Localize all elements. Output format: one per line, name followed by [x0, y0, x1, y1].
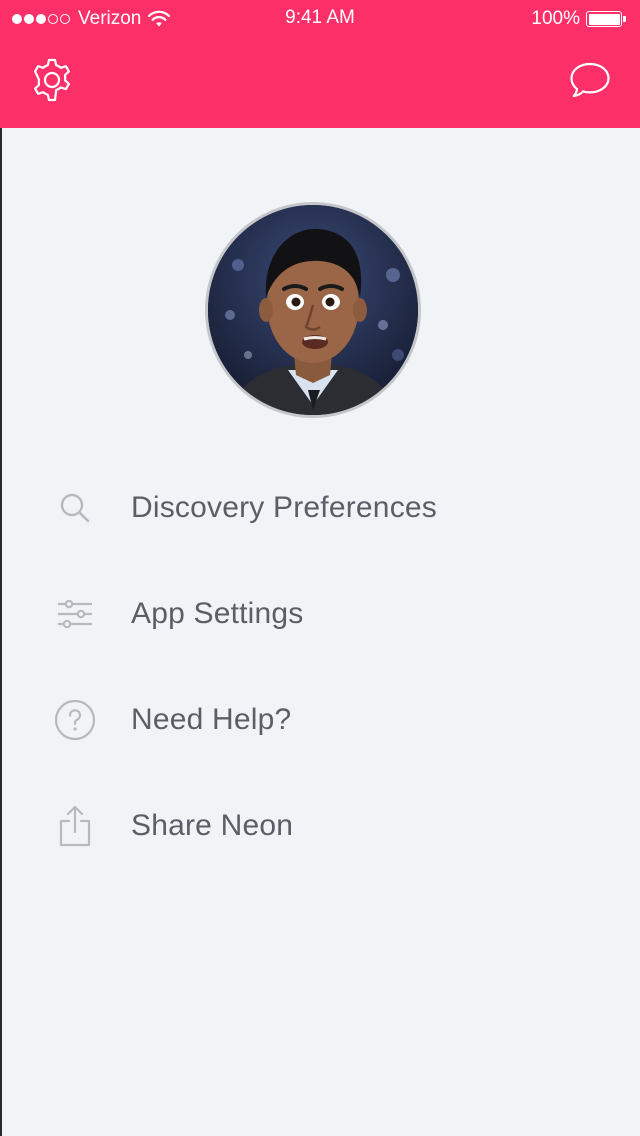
help-circle-icon	[50, 695, 100, 745]
profile-photo	[208, 205, 418, 415]
gear-icon	[34, 58, 70, 102]
chat-bubble-icon	[570, 62, 610, 98]
menu-item-app-settings[interactable]: App Settings	[0, 561, 640, 667]
share-icon	[50, 801, 100, 851]
menu-item-need-help[interactable]: Need Help?	[0, 667, 640, 773]
screen: Verizon 9:41 AM 100% Discovery Preferenc…	[0, 0, 640, 1136]
messages-button[interactable]	[566, 56, 614, 104]
menu-list: Discovery Preferences App Settings Need …	[0, 455, 640, 879]
sliders-icon	[50, 589, 100, 639]
menu-item-discovery-preferences[interactable]: Discovery Preferences	[0, 455, 640, 561]
menu-item-label: App Settings	[131, 597, 304, 630]
battery-percent: 100%	[531, 8, 580, 29]
status-right: 100%	[531, 7, 628, 31]
settings-button[interactable]	[28, 56, 76, 104]
menu-item-label: Share Neon	[131, 809, 294, 842]
profile-avatar[interactable]	[205, 202, 421, 418]
battery-level-fill	[588, 13, 620, 25]
menu-item-label: Discovery Preferences	[131, 491, 437, 524]
menu-item-share-neon[interactable]: Share Neon	[0, 773, 640, 879]
top-bar: Verizon 9:41 AM 100%	[0, 0, 640, 128]
menu-item-label: Need Help?	[131, 703, 292, 736]
search-icon	[50, 483, 100, 533]
battery-icon	[586, 10, 628, 28]
status-bar: Verizon 9:41 AM 100%	[0, 0, 640, 40]
